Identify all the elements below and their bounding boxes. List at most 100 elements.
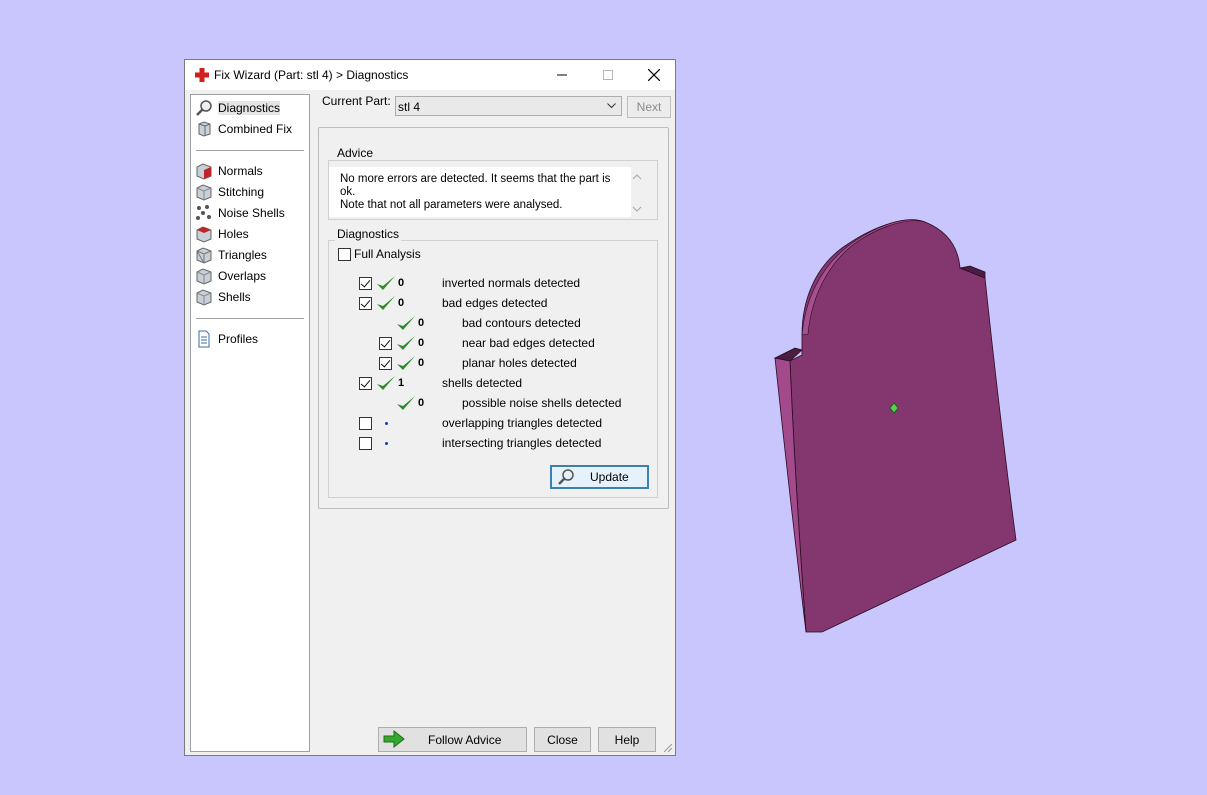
diagnostic-label: overlapping triangles detected (442, 416, 603, 430)
advice-line: No more errors are detected. It seems th… (340, 173, 611, 198)
next-button[interactable]: Next (627, 96, 671, 118)
diagnostic-checkbox[interactable] (379, 337, 392, 350)
nav-item-combined-fix[interactable]: Combined Fix (195, 119, 292, 138)
green-check-icon (377, 296, 395, 310)
green-check-icon (397, 336, 415, 350)
diagnostic-count: 0 (418, 317, 425, 329)
nav-label: Combined Fix (218, 121, 293, 136)
current-part-value: stl 4 (398, 100, 421, 114)
advice-text-box[interactable]: No more errors are detected. It seems th… (329, 167, 642, 217)
next-button-label: Next (636, 100, 662, 114)
advice-group-title: Advice (335, 146, 376, 160)
window-title: Fix Wizard (Part: stl 4) > Diagnostics (214, 68, 409, 82)
nav-separator (196, 150, 304, 151)
follow-advice-label: Follow Advice (428, 733, 502, 747)
nav-label: Overlaps (218, 268, 267, 283)
shells-cube-icon (196, 288, 212, 306)
close-button[interactable]: Close (534, 727, 591, 752)
nav-item-shells[interactable]: Shells (195, 287, 251, 306)
diagnostic-count: 0 (418, 397, 425, 409)
update-button[interactable]: Update (550, 465, 649, 489)
nav-label: Shells (218, 289, 251, 304)
diagnostic-label: possible noise shells detected (462, 396, 622, 410)
scroll-arrows-icon (632, 174, 642, 212)
maximize-button[interactable] (585, 60, 631, 90)
green-check-icon (377, 276, 395, 290)
nav-label: Holes (218, 226, 249, 241)
current-part-label: Current Part: (322, 94, 391, 108)
green-arrow-icon (383, 730, 405, 748)
diagnostic-checkbox[interactable] (359, 437, 372, 450)
diagnostic-count: 0 (398, 277, 405, 289)
diagnostic-label: planar holes detected (462, 356, 577, 370)
diagnostics-group-title: Diagnostics (335, 227, 402, 241)
nav-label: Noise Shells (218, 205, 285, 220)
title-bar[interactable]: Fix Wizard (Part: stl 4) > Diagnostics (185, 60, 675, 90)
close-window-button[interactable] (631, 60, 677, 90)
close-icon (648, 69, 660, 81)
diagnostic-label: shells detected (442, 376, 523, 390)
nav-label: Triangles (218, 247, 267, 262)
advice-line: Note that not all parameters were analys… (340, 199, 563, 211)
nav-item-noise-shells[interactable]: Noise Shells (195, 203, 285, 222)
3d-part-model (773, 219, 1017, 633)
full-analysis-label: Full Analysis (354, 247, 421, 261)
nav-label: Stitching (218, 184, 265, 199)
minimize-icon (557, 74, 567, 76)
advice-text: No more errors are detected. It seems th… (340, 173, 625, 212)
magnifier-icon (196, 99, 212, 116)
triangles-cube-icon (196, 246, 212, 264)
noise-shells-cube-icon (196, 204, 211, 220)
update-button-label: Update (590, 470, 629, 484)
diagnostic-checkbox[interactable] (359, 277, 372, 290)
nav-item-diagnostics[interactable]: Diagnostics (195, 98, 281, 117)
nav-item-profiles[interactable]: Profiles (195, 329, 258, 348)
diagnostic-label: intersecting triangles detected (442, 436, 602, 450)
fix-wizard-window: Fix Wizard (Part: stl 4) > Diagnostics D… (184, 59, 676, 756)
maximize-icon (603, 70, 613, 80)
diagnostic-label: near bad edges detected (462, 336, 595, 350)
diagnostic-count: 0 (398, 297, 405, 309)
nav-label: Diagnostics (218, 100, 281, 115)
full-analysis-checkbox[interactable] (338, 248, 351, 261)
green-check-icon (397, 356, 415, 370)
green-check-icon (397, 396, 415, 410)
diagnostic-checkbox[interactable] (359, 417, 372, 430)
diagnostic-label: bad edges detected (442, 296, 548, 310)
green-check-icon (377, 376, 395, 390)
diagnostic-label: inverted normals detected (442, 276, 581, 290)
nav-separator (196, 318, 304, 319)
advice-scrollbar[interactable] (629, 167, 646, 217)
diagnostic-count: 0 (418, 337, 425, 349)
nav-label: Normals (218, 163, 263, 178)
current-part-select[interactable]: stl 4 (395, 96, 622, 116)
resize-grip-icon[interactable] (663, 743, 673, 753)
help-button[interactable]: Help (598, 727, 656, 752)
magnifier-icon (558, 469, 574, 485)
nav-item-stitching[interactable]: Stitching (195, 182, 264, 201)
pending-dot-icon (385, 442, 388, 445)
diagnostic-checkbox[interactable] (359, 297, 372, 310)
normals-cube-icon (196, 162, 212, 180)
pending-dot-icon (385, 422, 388, 425)
nav-label: Profiles (218, 331, 259, 346)
model-viewport[interactable] (770, 215, 1020, 635)
diagnostic-checkbox[interactable] (379, 357, 392, 370)
combined-fix-icon (198, 120, 211, 137)
help-button-label: Help (614, 732, 640, 747)
wizard-nav: Diagnostics Combined Fix Normals Stitchi… (190, 94, 310, 752)
document-icon (198, 330, 210, 347)
overlaps-cube-icon (196, 267, 212, 285)
green-check-icon (397, 316, 415, 330)
minimize-button[interactable] (539, 60, 585, 90)
diagnostic-checkbox[interactable] (359, 377, 372, 390)
nav-item-overlaps[interactable]: Overlaps (195, 266, 266, 285)
nav-item-triangles[interactable]: Triangles (195, 245, 267, 264)
nav-item-normals[interactable]: Normals (195, 161, 263, 180)
diagnostic-label: bad contours detected (462, 316, 581, 330)
follow-advice-button[interactable]: Follow Advice (378, 727, 527, 752)
diagnostic-count: 1 (398, 377, 405, 389)
nav-item-holes[interactable]: Holes (195, 224, 249, 243)
red-cross-app-icon (195, 68, 209, 82)
holes-cube-icon (196, 225, 212, 243)
